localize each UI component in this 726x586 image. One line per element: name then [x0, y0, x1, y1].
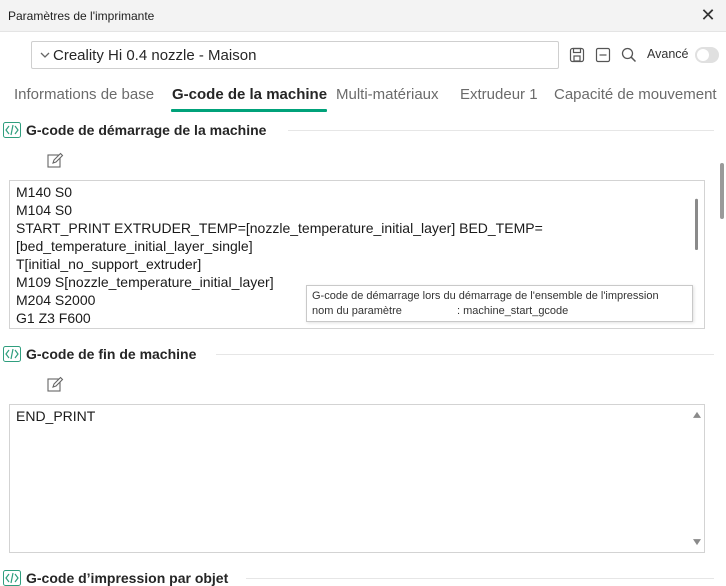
section-divider — [216, 354, 714, 355]
section-title-end-gcode: G-code de fin de machine — [26, 346, 197, 362]
code-line: G1 Z3 F600 — [16, 310, 91, 326]
tab-machine-gcode[interactable]: G-code de la machine — [172, 86, 327, 103]
chevron-down-icon — [40, 52, 50, 58]
tab-multi-material[interactable]: Multi-matériaux — [336, 86, 439, 103]
close-icon[interactable]: ✕ — [698, 5, 718, 25]
search-icon[interactable] — [620, 46, 638, 64]
section-divider — [288, 130, 714, 131]
window-title: Paramètres de l'imprimante — [8, 9, 155, 23]
code-line: T[initial_no_support_extruder] — [16, 256, 202, 272]
tab-motion-ability[interactable]: Capacité de mouvement — [554, 86, 717, 103]
edit-icon[interactable] — [46, 152, 64, 170]
code-line: M104 S0 — [16, 202, 73, 218]
code-line: M109 S[nozzle_temperature_initial_layer] — [16, 274, 274, 290]
window-titlebar: Paramètres de l'imprimante ✕ — [0, 0, 726, 32]
edit-icon[interactable] — [46, 376, 64, 394]
code-line: M204 S2000 — [16, 292, 96, 308]
preset-dropdown[interactable]: Creality Hi 0.4 nozzle - Maison — [31, 41, 559, 69]
parameter-tooltip: G-code de démarrage lors du démarrage de… — [306, 285, 693, 322]
code-line: M140 S0 — [16, 184, 73, 200]
tab-bar: Informations de base G-code de la machin… — [0, 84, 726, 112]
section-title-start-gcode: G-code de démarrage de la machine — [26, 122, 267, 138]
page-scrollbar[interactable] — [718, 117, 726, 586]
advanced-label: Avancé — [647, 47, 689, 61]
code-line: END_PRINT — [16, 408, 96, 424]
code-icon — [3, 122, 21, 138]
tooltip-param-label: nom du paramètre — [312, 305, 402, 317]
section-divider — [246, 578, 714, 579]
tooltip-description: G-code de démarrage lors du démarrage de… — [312, 290, 659, 302]
code-line: START_PRINT EXTRUDER_TEMP=[nozzle_temper… — [16, 220, 543, 236]
section-title-per-object-gcode: G-code d’impression par objet — [26, 570, 229, 586]
code-icon — [3, 346, 21, 362]
advanced-toggle[interactable] — [695, 47, 719, 63]
end-gcode-editor[interactable]: END_PRINT — [9, 404, 705, 553]
active-tab-indicator — [171, 109, 327, 112]
editor-scrollbar[interactable] — [690, 405, 704, 552]
code-icon — [3, 570, 21, 586]
preset-value: Creality Hi 0.4 nozzle - Maison — [53, 47, 257, 64]
toggle-knob — [697, 49, 709, 61]
code-line: [bed_temperature_initial_layer_single] — [16, 238, 253, 254]
tab-basic-info[interactable]: Informations de base — [14, 86, 154, 103]
minus-box-icon[interactable] — [594, 46, 612, 64]
save-icon[interactable] — [568, 46, 586, 64]
page-scrollbar-thumb[interactable] — [720, 163, 724, 219]
tab-extruder-1[interactable]: Extrudeur 1 — [460, 86, 538, 103]
tooltip-param-value: : machine_start_gcode — [457, 305, 569, 317]
